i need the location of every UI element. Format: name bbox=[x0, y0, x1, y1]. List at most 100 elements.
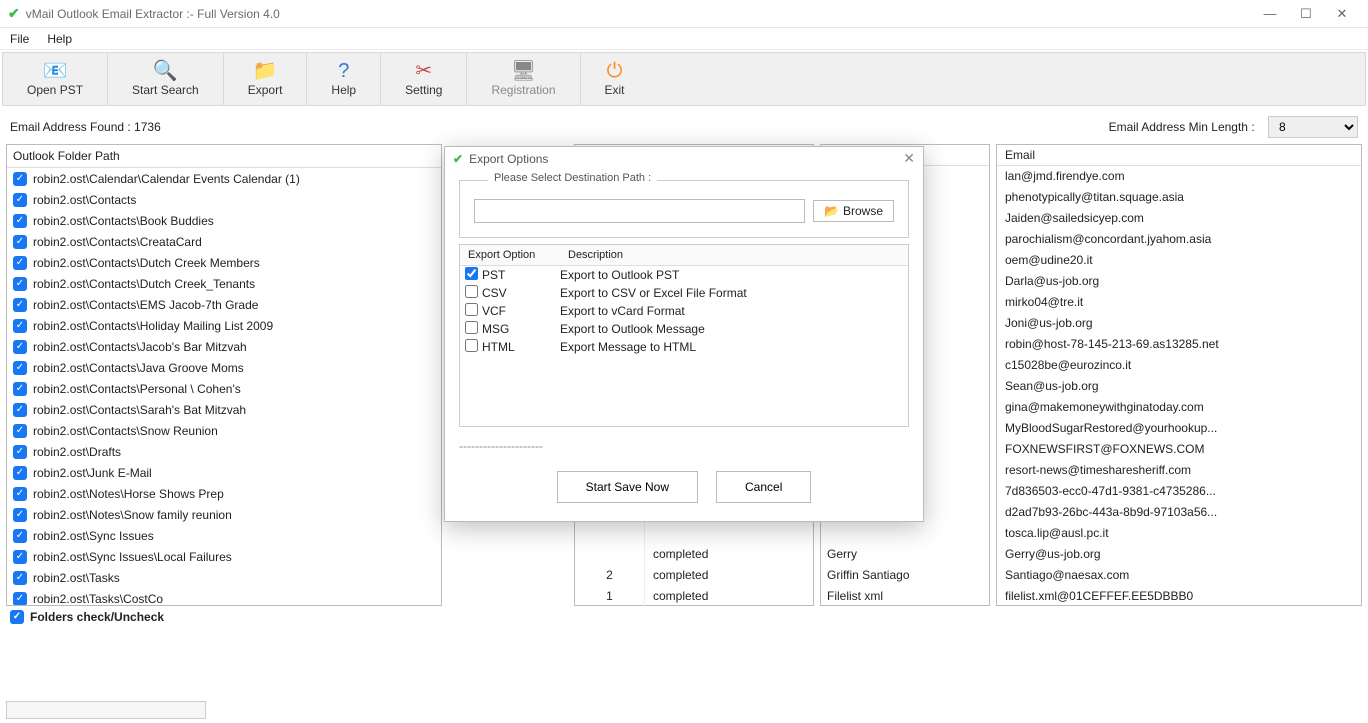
folder-row[interactable]: ✓robin2.ost\Contacts\Sarah's Bat Mitzvah bbox=[7, 399, 441, 420]
email-cell[interactable]: robin@host-78-145-213-69.as13285.net bbox=[997, 334, 1361, 355]
folder-checkbox[interactable]: ✓ bbox=[13, 487, 27, 501]
folder-path: robin2.ost\Contacts\Book Buddies bbox=[33, 214, 214, 228]
export-option-checkbox[interactable] bbox=[465, 303, 478, 316]
folder-checkbox[interactable]: ✓ bbox=[13, 424, 27, 438]
folder-checkbox[interactable]: ✓ bbox=[13, 277, 27, 291]
email-header: Email bbox=[997, 145, 1361, 166]
export-option-checkbox[interactable] bbox=[465, 267, 478, 280]
menu-help[interactable]: Help bbox=[47, 32, 72, 46]
email-cell[interactable]: 7d836503-ecc0-47d1-9381-c4735286... bbox=[997, 481, 1361, 502]
email-cell[interactable]: phenotypically@titan.squage.asia bbox=[997, 187, 1361, 208]
folder-checkbox[interactable]: ✓ bbox=[13, 172, 27, 186]
folder-row[interactable]: ✓robin2.ost\Contacts bbox=[7, 189, 441, 210]
dialog-close-button[interactable]: ✕ bbox=[903, 150, 915, 167]
folder-row[interactable]: ✓robin2.ost\Contacts\Jacob's Bar Mitzvah bbox=[7, 336, 441, 357]
email-cell[interactable]: filelist.xml@01CEFFEF.EE5DBBB0 bbox=[997, 586, 1361, 606]
email-cell[interactable]: Gerry@us-job.org bbox=[997, 544, 1361, 565]
folder-row[interactable]: ✓robin2.ost\Contacts\Holiday Mailing Lis… bbox=[7, 315, 441, 336]
check-all-checkbox[interactable]: ✓ bbox=[10, 610, 24, 624]
folder-checkbox[interactable]: ✓ bbox=[13, 256, 27, 270]
folder-checkbox[interactable]: ✓ bbox=[13, 193, 27, 207]
export-option-checkbox[interactable] bbox=[465, 285, 478, 298]
folder-checkbox[interactable]: ✓ bbox=[13, 319, 27, 333]
email-cell[interactable]: gina@makemoneywithginatoday.com bbox=[997, 397, 1361, 418]
folder-checkbox[interactable]: ✓ bbox=[13, 550, 27, 564]
folder-checkbox[interactable]: ✓ bbox=[13, 466, 27, 480]
toolbar: 📧 Open PST 🔍 Start Search 📁 Export ? Hel… bbox=[2, 52, 1366, 106]
folder-row[interactable]: ✓robin2.ost\Contacts\Snow Reunion bbox=[7, 420, 441, 441]
start-save-button[interactable]: Start Save Now bbox=[557, 471, 698, 503]
help-button[interactable]: ? Help bbox=[307, 53, 381, 105]
folder-row[interactable]: ✓robin2.ost\Sync Issues\Local Failures bbox=[7, 546, 441, 567]
close-button[interactable]: ✕ bbox=[1324, 6, 1360, 22]
folder-checkbox[interactable]: ✓ bbox=[13, 298, 27, 312]
destination-path-input[interactable] bbox=[474, 199, 805, 223]
exit-button[interactable]: ⏻ Exit bbox=[581, 53, 649, 105]
email-cell[interactable]: MyBloodSugarRestored@yourhookup... bbox=[997, 418, 1361, 439]
minlen-select[interactable]: 8 bbox=[1268, 116, 1358, 138]
cancel-button[interactable]: Cancel bbox=[716, 471, 811, 503]
menu-file[interactable]: File bbox=[10, 32, 29, 46]
folder-row[interactable]: ✓robin2.ost\Tasks bbox=[7, 567, 441, 588]
folder-checkbox[interactable]: ✓ bbox=[13, 214, 27, 228]
maximize-button[interactable]: ☐ bbox=[1288, 6, 1324, 22]
folder-row[interactable]: ✓robin2.ost\Contacts\EMS Jacob-7th Grade bbox=[7, 294, 441, 315]
email-cell[interactable]: FOXNEWSFIRST@FOXNEWS.COM bbox=[997, 439, 1361, 460]
email-cell[interactable]: d2ad7b93-26bc-443a-8b9d-97103a56... bbox=[997, 502, 1361, 523]
export-options-table: Export Option Description PSTExport to O… bbox=[459, 244, 909, 427]
folder-row[interactable]: ✓robin2.ost\Sync Issues bbox=[7, 525, 441, 546]
export-option-row[interactable]: MSGExport to Outlook Message bbox=[460, 320, 908, 338]
folder-row[interactable]: ✓robin2.ost\Tasks\CostCo bbox=[7, 588, 441, 606]
folder-checkbox[interactable]: ✓ bbox=[13, 235, 27, 249]
email-cell[interactable]: Santiago@naesax.com bbox=[997, 565, 1361, 586]
folder-row[interactable]: ✓robin2.ost\Drafts bbox=[7, 441, 441, 462]
folder-row[interactable]: ✓ robin2.ost\Contacts\Book Buddies bbox=[7, 210, 441, 231]
start-search-button[interactable]: 🔍 Start Search bbox=[108, 53, 224, 105]
email-cell[interactable]: resort-news@timesharesheriff.com bbox=[997, 460, 1361, 481]
export-option-row[interactable]: CSVExport to CSV or Excel File Format bbox=[460, 284, 908, 302]
export-option-row[interactable]: HTMLExport Message to HTML bbox=[460, 338, 908, 356]
dialog-logo-icon: ✔ bbox=[453, 152, 463, 166]
export-button[interactable]: 📁 Export bbox=[224, 53, 308, 105]
open-pst-button[interactable]: 📧 Open PST bbox=[3, 53, 108, 105]
folder-row[interactable]: ✓robin2.ost\Contacts\Personal \ Cohen's bbox=[7, 378, 441, 399]
folder-checkbox[interactable]: ✓ bbox=[13, 382, 27, 396]
folder-checkbox[interactable]: ✓ bbox=[13, 508, 27, 522]
browse-button[interactable]: 📂 Browse bbox=[813, 200, 894, 222]
setting-button[interactable]: ✂ Setting bbox=[381, 53, 467, 105]
folder-row[interactable]: ✓robin2.ost\Contacts\Dutch Creek Members bbox=[7, 252, 441, 273]
export-option-row[interactable]: PSTExport to Outlook PST bbox=[460, 266, 908, 284]
registration-button[interactable]: 🖥 Registration bbox=[467, 53, 580, 105]
folder-row[interactable]: ✓robin2.ost\Contacts\Java Groove Moms bbox=[7, 357, 441, 378]
folder-checkbox[interactable]: ✓ bbox=[13, 361, 27, 375]
folder-checkbox[interactable]: ✓ bbox=[13, 529, 27, 543]
email-cell[interactable]: Darla@us-job.org bbox=[997, 271, 1361, 292]
email-cell[interactable]: mirko04@tre.it bbox=[997, 292, 1361, 313]
folder-checkbox[interactable]: ✓ bbox=[13, 445, 27, 459]
email-cell[interactable]: Jaiden@sailedsicyep.com bbox=[997, 208, 1361, 229]
email-cell[interactable]: tosca.lip@ausl.pc.it bbox=[997, 523, 1361, 544]
email-cell[interactable]: lan@jmd.firendye.com bbox=[997, 166, 1361, 187]
folder-open-icon: 📂 bbox=[824, 204, 839, 218]
export-option-row[interactable]: VCFExport to vCard Format bbox=[460, 302, 908, 320]
check-all-row[interactable]: ✓ Folders check/Uncheck bbox=[0, 606, 1368, 628]
folder-row[interactable]: ✓robin2.ost\Contacts\CreataCard bbox=[7, 231, 441, 252]
folder-row[interactable]: ✓robin2.ost\Calendar\Calendar Events Cal… bbox=[7, 168, 441, 189]
email-cell[interactable]: Sean@us-job.org bbox=[997, 376, 1361, 397]
folder-checkbox[interactable]: ✓ bbox=[13, 592, 27, 606]
export-option-checkbox[interactable] bbox=[465, 339, 478, 352]
folder-row[interactable]: ✓robin2.ost\Contacts\Dutch Creek_Tenants bbox=[7, 273, 441, 294]
folder-checkbox[interactable]: ✓ bbox=[13, 571, 27, 585]
folder-row[interactable]: ✓robin2.ost\Notes\Horse Shows Prep bbox=[7, 483, 441, 504]
export-option-checkbox[interactable] bbox=[465, 321, 478, 334]
minimize-button[interactable]: — bbox=[1252, 6, 1288, 21]
folder-checkbox[interactable]: ✓ bbox=[13, 340, 27, 354]
folder-row[interactable]: ✓robin2.ost\Notes\Snow family reunion bbox=[7, 504, 441, 525]
email-cell[interactable]: parochialism@concordant.jyahom.asia bbox=[997, 229, 1361, 250]
folder-header: Outlook Folder Path bbox=[7, 145, 441, 168]
email-cell[interactable]: c15028be@eurozinco.it bbox=[997, 355, 1361, 376]
folder-checkbox[interactable]: ✓ bbox=[13, 403, 27, 417]
email-cell[interactable]: oem@udine20.it bbox=[997, 250, 1361, 271]
email-cell[interactable]: Joni@us-job.org bbox=[997, 313, 1361, 334]
folder-row[interactable]: ✓robin2.ost\Junk E-Mail bbox=[7, 462, 441, 483]
